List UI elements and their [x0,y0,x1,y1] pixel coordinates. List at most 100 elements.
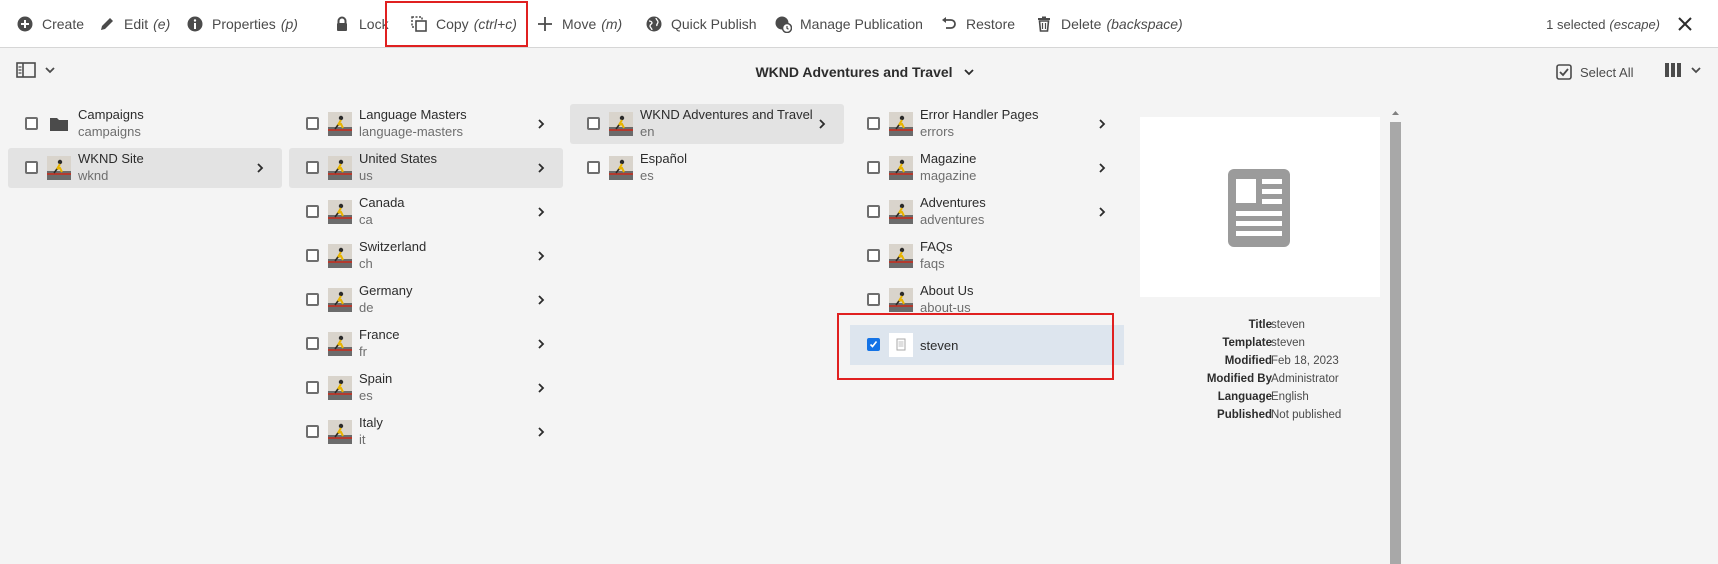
list-item[interactable]: France fr [289,324,563,364]
chevron-right-icon[interactable] [535,426,547,438]
list-item[interactable]: Language Masters language-masters [289,104,563,144]
chevron-down-icon [963,69,974,76]
item-name: faqs [920,256,945,271]
edit-label: Edit [124,16,149,32]
page-thumbnail [328,420,352,444]
item-checkbox[interactable] [306,337,319,350]
move-label: Move [562,16,597,32]
list-item[interactable]: About Us about-us [850,280,1124,320]
item-checkbox[interactable] [587,117,600,130]
chevron-right-icon[interactable] [535,338,547,350]
item-title: United States [359,151,438,166]
folder-icon [47,112,71,136]
chevron-right-icon[interactable] [254,162,266,174]
list-item[interactable]: Spain es [289,368,563,408]
chevron-right-icon[interactable] [535,162,547,174]
move-button[interactable]: Move (m) [536,0,622,48]
list-item-steven[interactable]: steven [850,325,1124,365]
list-item[interactable]: WKND Site wknd [8,148,282,188]
steven-checkbox[interactable] [867,338,880,351]
details-label: Modified By [1206,373,1272,385]
restore-button[interactable]: Restore [940,0,1015,48]
rail-toggle-button[interactable] [16,62,56,81]
item-name: us [359,168,373,183]
list-item[interactable]: Adventures adventures [850,192,1124,232]
manage-publication-label: Manage Publication [800,16,923,32]
chevron-right-icon[interactable] [535,206,547,218]
page-thumbnail [889,333,913,357]
chevron-right-icon[interactable] [535,294,547,306]
selection-count: 1 selected (escape) [1546,0,1660,48]
chevron-right-icon[interactable] [1096,162,1108,174]
pencil-icon [98,15,116,33]
item-checkbox[interactable] [25,161,38,174]
properties-label: Properties [212,16,276,32]
lock-label: Lock [359,16,389,32]
list-item[interactable]: Italy it [289,412,563,452]
item-checkbox[interactable] [25,117,38,130]
breadcrumb[interactable]: WKND Adventures and Travel [700,48,1030,96]
item-checkbox[interactable] [306,117,319,130]
list-item[interactable]: United States us [289,148,563,188]
list-item[interactable]: Español es [570,148,844,188]
manage-publication-button[interactable]: Manage Publication [774,0,923,48]
select-all-label: Select All [1580,64,1634,80]
delete-button[interactable]: Delete (backspace) [1035,0,1183,48]
item-checkbox[interactable] [867,205,880,218]
list-item[interactable]: Error Handler Pages errors [850,104,1124,144]
item-checkbox[interactable] [306,205,319,218]
item-title: steven [920,338,959,353]
item-title: Italy [359,415,383,430]
chevron-right-icon[interactable] [535,250,547,262]
list-item[interactable]: Magazine magazine [850,148,1124,188]
scrollbar-thumb[interactable] [1390,122,1401,564]
list-item[interactable]: Germany de [289,280,563,320]
item-checkbox[interactable] [867,293,880,306]
item-checkbox[interactable] [306,425,319,438]
chevron-right-icon[interactable] [1096,118,1108,130]
item-checkbox[interactable] [867,249,880,262]
item-checkbox[interactable] [867,161,880,174]
edit-shortcut: (e) [153,16,171,32]
page-thumbnail [889,156,913,180]
item-name: adventures [920,212,985,227]
copy-shortcut: (ctrl+c) [473,16,517,32]
scroll-up-arrow-icon[interactable] [1391,108,1400,118]
list-item[interactable]: Campaigns campaigns [8,104,282,144]
create-button[interactable]: Create [16,0,84,48]
action-bar: Create Edit (e) Properties (p) Lock Copy… [0,0,1718,48]
chevron-right-icon[interactable] [535,118,547,130]
list-item[interactable]: WKND Adventures and Travel en [570,104,844,144]
item-checkbox[interactable] [587,161,600,174]
details-label: Published [1217,409,1272,421]
item-title: WKND Adventures and Travel [640,107,813,122]
item-title: About Us [920,283,974,298]
item-name: campaigns [78,124,141,139]
item-checkbox[interactable] [306,161,319,174]
copy-button[interactable]: Copy (ctrl+c) [410,0,517,48]
page-thumbnail [328,376,352,400]
view-switcher[interactable] [1664,62,1702,81]
list-item[interactable]: Canada ca [289,192,563,232]
item-title: Español [640,151,687,166]
quick-publish-button[interactable]: Quick Publish [645,0,757,48]
edit-button[interactable]: Edit (e) [98,0,170,48]
item-checkbox[interactable] [306,249,319,262]
list-item[interactable]: FAQs faqs [850,236,1124,276]
item-checkbox[interactable] [306,381,319,394]
list-item[interactable]: Switzerland ch [289,236,563,276]
item-checkbox[interactable] [306,293,319,306]
chevron-right-icon[interactable] [816,118,828,130]
item-name: it [359,432,366,447]
chevron-right-icon[interactable] [1096,206,1108,218]
properties-button[interactable]: Properties (p) [186,0,298,48]
item-checkbox[interactable] [867,117,880,130]
lock-button[interactable]: Lock [333,0,389,48]
close-selection-icon[interactable] [1676,15,1694,33]
select-all-button[interactable]: Select All [1556,48,1633,96]
page-thumbnail [609,112,633,136]
chevron-right-icon[interactable] [535,382,547,394]
rail-icon [16,62,36,81]
chevron-down-icon [44,64,56,79]
preview-card [1140,117,1380,297]
